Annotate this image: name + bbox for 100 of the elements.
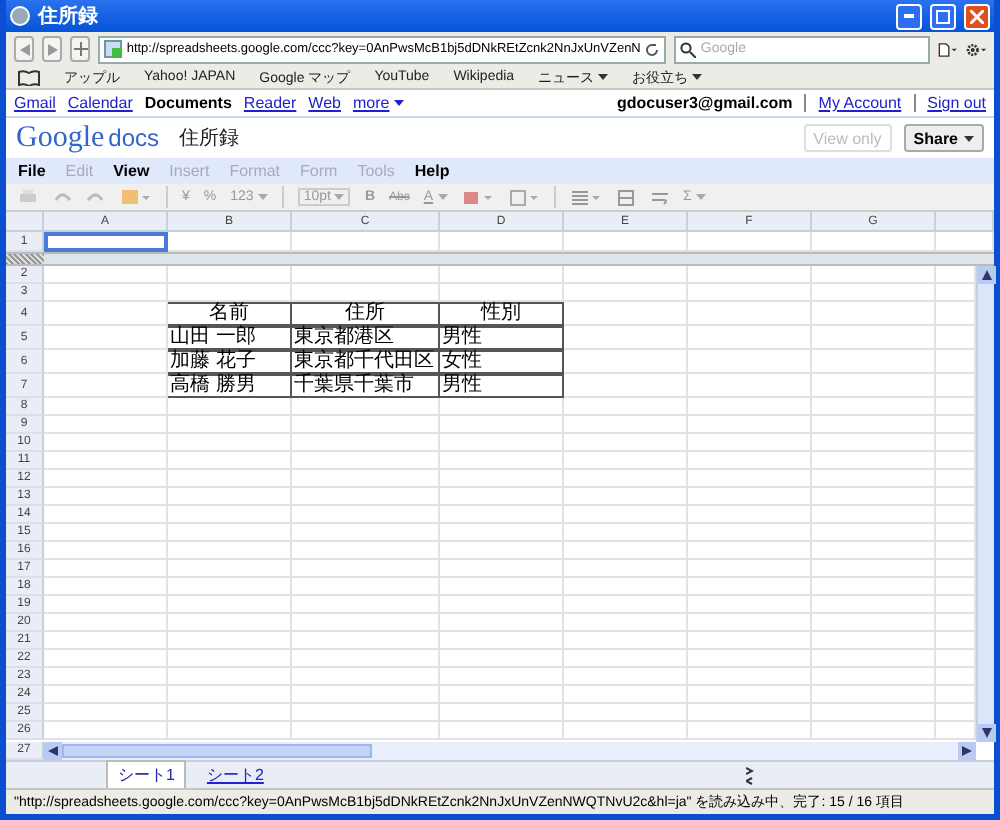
sheet-tab[interactable]: シート2 (194, 760, 276, 790)
grid-cell[interactable] (688, 452, 812, 470)
wrap-text-icon[interactable] (649, 187, 670, 207)
grid-cell[interactable] (688, 350, 812, 374)
grid-cell[interactable] (688, 542, 812, 560)
grid-cell[interactable] (292, 524, 440, 542)
grid-cell[interactable] (168, 524, 292, 542)
grid-cell[interactable] (44, 452, 168, 470)
grid-cell[interactable] (812, 704, 936, 722)
grid-cell[interactable] (44, 524, 168, 542)
grid-cell[interactable] (564, 452, 688, 470)
grid-cell[interactable] (688, 470, 812, 488)
grid-cell[interactable] (812, 596, 936, 614)
grid-cell[interactable] (812, 266, 936, 284)
nav-link[interactable]: Documents (144, 94, 232, 112)
grid-cell[interactable] (564, 398, 688, 416)
grid-cell[interactable] (440, 650, 564, 668)
grid-cell[interactable] (44, 302, 168, 326)
grid-cell[interactable] (292, 506, 440, 524)
grid-cell[interactable] (292, 686, 440, 704)
grid-cell[interactable] (564, 686, 688, 704)
grid-cell[interactable] (168, 668, 292, 686)
grid-cell[interactable] (564, 650, 688, 668)
grid-cell[interactable] (44, 632, 168, 650)
scroll-right-button[interactable] (958, 742, 976, 760)
reload-icon[interactable] (644, 41, 661, 57)
nav-link[interactable]: Reader (243, 94, 297, 112)
grid-cell[interactable] (168, 614, 292, 632)
gear-icon[interactable] (965, 39, 986, 59)
grid-cell[interactable] (168, 704, 292, 722)
grid-cell[interactable] (440, 434, 564, 452)
grid-cell[interactable] (812, 506, 936, 524)
sheet-tab[interactable]: シート1 (106, 760, 187, 790)
grid-cell[interactable] (688, 614, 812, 632)
grid-cell[interactable] (168, 686, 292, 704)
grid-cell[interactable] (812, 542, 936, 560)
grid-cell[interactable] (292, 650, 440, 668)
grid-cell[interactable] (564, 326, 688, 350)
grid-cell[interactable] (44, 326, 168, 350)
grid-cell[interactable] (168, 560, 292, 578)
grid-cell[interactable] (688, 524, 812, 542)
grid-cell[interactable] (440, 506, 564, 524)
align-icon[interactable] (569, 187, 602, 207)
menu-item[interactable]: Help (414, 162, 450, 180)
grid-cell[interactable] (812, 578, 936, 596)
account-link[interactable]: Sign out (927, 94, 986, 112)
grid-cell[interactable] (440, 668, 564, 686)
grid-cell[interactable] (564, 524, 688, 542)
grid-cell[interactable] (440, 704, 564, 722)
grid-cell[interactable] (564, 434, 688, 452)
grid-cell[interactable] (812, 650, 936, 668)
grid-cell[interactable] (812, 302, 936, 326)
grid-cell[interactable] (564, 614, 688, 632)
grid-cell[interactable] (564, 416, 688, 434)
grid-cell[interactable] (44, 722, 168, 740)
book-icon[interactable] (18, 69, 40, 85)
grid-cell[interactable] (688, 722, 812, 740)
grid-cell[interactable] (440, 578, 564, 596)
scroll-left-button[interactable] (44, 742, 62, 760)
grid-cell[interactable] (564, 632, 688, 650)
grid-cell[interactable] (168, 434, 292, 452)
grid-cell[interactable] (44, 398, 168, 416)
grid-cell[interactable] (812, 524, 936, 542)
grid-cell[interactable] (812, 374, 936, 398)
grid-cell[interactable] (564, 266, 688, 284)
grid-cell[interactable] (292, 416, 440, 434)
grid-cell[interactable] (688, 266, 812, 284)
scroll-down-button[interactable] (978, 724, 996, 742)
grid-cell[interactable] (44, 488, 168, 506)
grid-cell[interactable] (688, 374, 812, 398)
grid-cell[interactable] (564, 470, 688, 488)
scrollbar-thumb[interactable] (62, 744, 372, 758)
grid-cell[interactable] (564, 542, 688, 560)
grid-cell[interactable] (44, 614, 168, 632)
grid-cell[interactable] (44, 578, 168, 596)
grid-cell[interactable] (440, 488, 564, 506)
grid-cell[interactable] (440, 614, 564, 632)
grid-cell[interactable] (440, 632, 564, 650)
nav-link[interactable]: Gmail (14, 94, 56, 112)
grid-cell[interactable] (44, 350, 168, 374)
vertical-scrollbar[interactable] (976, 266, 994, 742)
grid-cell[interactable] (292, 596, 440, 614)
grid-cell[interactable] (812, 632, 936, 650)
grid-cell[interactable] (688, 668, 812, 686)
grid-cell[interactable] (44, 650, 168, 668)
grid-cell[interactable] (564, 578, 688, 596)
grid-cell[interactable] (168, 596, 292, 614)
grid-cell[interactable] (292, 560, 440, 578)
grid-cell[interactable] (812, 452, 936, 470)
share-button[interactable]: Share (903, 124, 984, 152)
paint-format-icon[interactable] (120, 187, 152, 207)
grid-cell[interactable] (292, 488, 440, 506)
grid-cell[interactable] (564, 284, 688, 302)
add-button[interactable] (70, 36, 91, 62)
grid-cell[interactable] (812, 350, 936, 374)
tab-scroll-icon[interactable] (746, 765, 754, 785)
grid-cell[interactable] (440, 686, 564, 704)
grid-cell[interactable] (168, 488, 292, 506)
grid-cell[interactable] (688, 596, 812, 614)
grid-cell[interactable] (292, 470, 440, 488)
